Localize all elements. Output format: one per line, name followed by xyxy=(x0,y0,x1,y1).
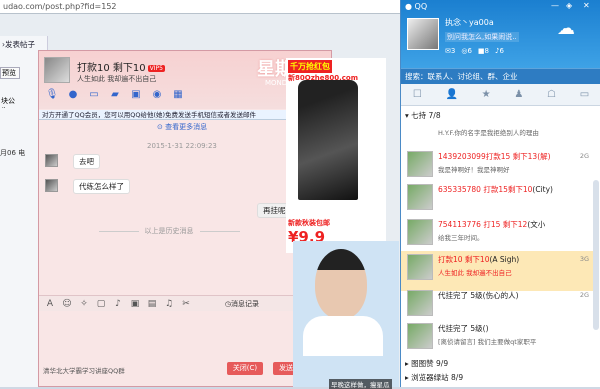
user-name[interactable]: 执念丶ya00a xyxy=(445,17,494,28)
network-badge: 2G xyxy=(579,152,589,160)
user-signature[interactable]: 别问我怎么,如果闹说.. xyxy=(445,32,519,42)
groups-tab-icon[interactable]: ♟ xyxy=(514,89,523,100)
apps-icon[interactable]: ▦ xyxy=(171,87,185,101)
input-toolbar: A ☺ ✧ ▢ ♪ ▣ ▤ ♫ ✂ xyxy=(39,295,331,311)
date-note: 月06 电 xyxy=(0,149,26,157)
sender-avatar[interactable] xyxy=(45,154,58,167)
weather-icon[interactable]: ☁ xyxy=(557,18,575,39)
zone-icon[interactable]: ✉3 xyxy=(445,47,455,55)
qq-tabs: ☐ 👤 ★ ♟ ☖ ▭ xyxy=(401,84,600,106)
music-icon[interactable]: ♫ xyxy=(164,299,174,309)
message-bubble: 去吧 xyxy=(73,154,100,169)
contact-name: 打款10 剩下10(A Sigh) xyxy=(438,255,520,264)
contact-avatar[interactable] xyxy=(44,57,70,83)
browser-address-bar[interactable]: udao.com/post.php?fid=152 xyxy=(0,0,400,14)
contact-name: 1439203099打款15 剩下13(解) xyxy=(438,152,551,161)
contact-list-scrollbar[interactable] xyxy=(593,180,599,330)
contact-avatar xyxy=(407,323,433,349)
contact-row[interactable]: 635335780 打款15剩下10(City) xyxy=(401,181,593,221)
photo-caption: 早晚这样做，瘦星瓜 xyxy=(329,379,392,389)
music-app-icon[interactable]: ♪6 xyxy=(495,47,504,55)
message-log-button[interactable]: ◷消息记录 xyxy=(225,299,259,309)
breadcrumb-current[interactable]: 发表帖子 xyxy=(5,40,35,49)
contact-name: 754113776 打15 剩下12(文小 xyxy=(438,220,546,229)
message-timestamp: 2015-1-31 22:09:23 xyxy=(147,142,217,150)
close-icon[interactable]: ✕ xyxy=(583,1,590,10)
emoji-icon[interactable]: ☺ xyxy=(62,299,72,309)
qq-header: ● QQ — ◈ ✕ 执念丶ya00a 别问我怎么,如果闹说.. ✉3 ◎6 ■… xyxy=(401,0,600,68)
voice-icon[interactable]: ♪ xyxy=(113,299,123,309)
vip-badge: VIP5 xyxy=(147,64,165,72)
group-label[interactable]: 清华北大学霸学习讲座QQ群 xyxy=(43,365,125,375)
minimize-icon[interactable]: — xyxy=(551,1,559,10)
contact-name: 代挂完了 5级(伤心的人) xyxy=(438,291,519,300)
remote-icon[interactable]: ▣ xyxy=(129,87,143,101)
mail-icon[interactable]: ◎6 xyxy=(461,47,472,55)
contact-signature: 人生如此 我却遍不出自己 xyxy=(438,269,512,277)
contact-row[interactable]: 754113776 打15 剩下12(文小 给我三年时间。 xyxy=(401,216,593,256)
group-icon[interactable]: ◉ xyxy=(150,87,164,101)
breadcrumb: ›发表帖子 xyxy=(0,39,35,51)
contact-signature: 给我三年时间。 xyxy=(438,234,484,242)
contact-name: 代挂完了 5级() xyxy=(438,324,489,333)
ad-tag: 千万抢红包 xyxy=(288,60,332,73)
chat-tab-icon[interactable]: ☐ xyxy=(413,89,422,100)
shake-icon[interactable]: ▢ xyxy=(96,299,106,309)
contact-group-header[interactable]: ▾ 七持 7/8 xyxy=(401,110,441,121)
network-badge: 2G xyxy=(579,291,589,299)
contact-avatar xyxy=(407,151,433,177)
discussion-tab-icon[interactable]: ☖ xyxy=(547,89,556,100)
ad-photo[interactable]: 早晚这样做，瘦星瓜 xyxy=(293,241,399,389)
ad-price-label: 新款秋装包邮 xyxy=(288,219,330,227)
folder-icon[interactable]: ▰ xyxy=(108,87,122,101)
wallet-icon[interactable]: ■8 xyxy=(478,47,489,55)
picture-icon[interactable]: ▤ xyxy=(147,299,157,309)
skin-icon[interactable]: ◈ xyxy=(566,1,572,10)
user-avatar[interactable] xyxy=(407,18,439,50)
ad-panel[interactable]: 千万抢红包 新80Ozhe800.com 新款秋装包邮 ¥9.9 xyxy=(286,58,386,253)
magic-icon[interactable]: ✧ xyxy=(79,299,89,309)
contact-row-selected[interactable]: 打款10 剩下10(A Sigh) 人生如此 我却遍不出自己 3G xyxy=(401,251,593,291)
contact-signature: 人生如此 我却遍不出自己 xyxy=(77,75,157,83)
contact-name[interactable]: 打款10 剩下10 VIP5 xyxy=(77,59,165,74)
contact-avatar xyxy=(407,184,433,210)
sender-avatar[interactable] xyxy=(45,179,58,192)
more-messages-link[interactable]: ⊙ 查看更多消息 xyxy=(157,122,207,132)
contact-signature: 我是神啊好！我是神啊好 xyxy=(438,166,510,174)
screen-share-icon[interactable]: ▭ xyxy=(87,87,101,101)
shirt-image xyxy=(303,316,383,356)
status-icons: ✉3 ◎6 ■8 ♪6 xyxy=(445,47,504,55)
contacts-tab-icon[interactable]: 👤 xyxy=(446,89,458,100)
contact-row[interactable]: 代挂完了 5级() [离侦请留言] 我们主要做qt家职平 xyxy=(401,320,593,360)
contact-search-input[interactable]: 搜索：联系人、讨论组、群、企业 xyxy=(401,68,600,84)
contact-avatar xyxy=(407,254,433,280)
qq-main-panel: ● QQ — ◈ ✕ 执念丶ya00a 别问我怎么,如果闹说.. ✉3 ◎6 ■… xyxy=(400,0,600,387)
contact-folder[interactable]: ▸ 图图赞 9/9 xyxy=(401,358,593,369)
network-badge: 3G xyxy=(579,255,589,263)
contact-avatar xyxy=(407,290,433,316)
image-icon[interactable]: ▣ xyxy=(130,299,140,309)
screenshot-icon[interactable]: ✂ xyxy=(181,299,191,309)
contact-signature: [离侦请留言] 我们主要做qt家职平 xyxy=(438,338,537,346)
microphone-icon[interactable]: 🎙 xyxy=(45,87,59,101)
qq-logo: ● QQ xyxy=(405,2,428,11)
font-icon[interactable]: A xyxy=(45,299,55,309)
close-button[interactable]: 关闭(C) xyxy=(227,362,263,375)
contact-folder[interactable]: ▸ 浏览器绿站 8/9 xyxy=(401,372,593,383)
contact-name: 635335780 打款15剩下10(City) xyxy=(438,185,553,194)
announce-tab[interactable]: 块公告 xyxy=(0,96,20,108)
history-divider: 以上是历史消息 xyxy=(69,226,269,236)
face-image xyxy=(315,249,367,319)
contact-avatar xyxy=(407,219,433,245)
video-icon[interactable]: ● xyxy=(66,87,80,101)
favorites-tab-icon[interactable]: ★ xyxy=(482,89,491,100)
recent-tab-icon[interactable]: ▭ xyxy=(580,89,589,100)
chat-toolbar: 🎙 ● ▭ ▰ ▣ ◉ ▦ xyxy=(45,87,185,105)
preview-button[interactable]: 预览 xyxy=(0,67,20,79)
message-bubble: 代练怎么样了 xyxy=(73,179,130,194)
boot-image xyxy=(298,80,358,200)
